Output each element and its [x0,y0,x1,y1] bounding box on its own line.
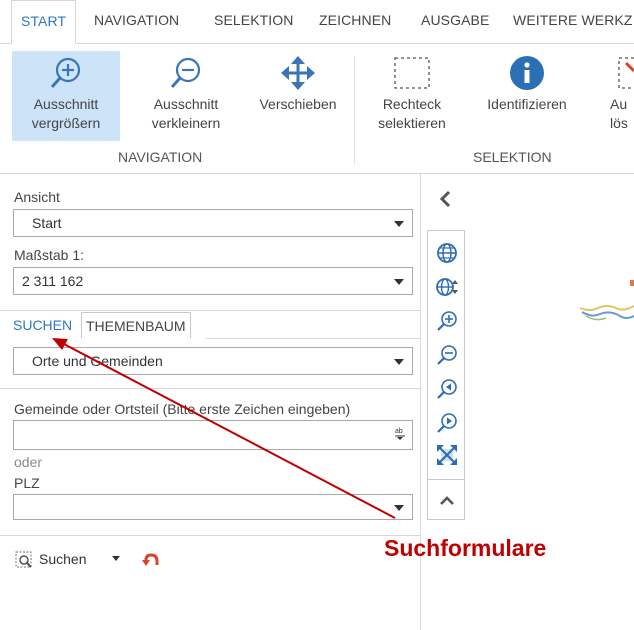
globe-zoom-button[interactable] [435,275,459,299]
ribbon-tab-bar: START NAVIGATION SELEKTION ZEICHNEN AUSG… [0,0,634,44]
map-canvas[interactable] [570,278,634,338]
map-zoom-in-button[interactable] [435,309,459,333]
toolbar-divider [428,479,464,480]
zoom-in-icon [50,57,81,88]
tab-navigation[interactable]: NAVIGATION [94,12,179,28]
annotation-callout: Suchformulare [384,535,547,561]
collapse-panel-button[interactable] [427,180,465,218]
gemeinde-input[interactable]: ab [13,420,413,450]
pan-move-icon [281,56,315,90]
chevron-up-icon [440,496,454,505]
divider [0,535,420,536]
identify-label: Identifizieren [487,96,567,112]
full-extent-button[interactable] [435,443,459,467]
tab-zeichnen[interactable]: ZEICHNEN [319,12,391,28]
ansicht-select[interactable]: Start [13,209,413,237]
tab-ausgabe[interactable]: AUSGABE [421,12,489,28]
zoom-in-icon [437,311,457,331]
pan-button[interactable]: Verschieben [250,51,346,141]
tab-weitere-werkzeuge[interactable]: WEITERE WERKZ [513,12,633,28]
oder-label: oder [14,454,43,470]
ribbon: Ausschnitt vergrößern Ausschnitt verklei… [0,44,634,174]
zoom-out-label-2: verkleinern [151,115,221,131]
group-label-selektion: SELEKTION [473,149,552,165]
pan-label: Verschieben [259,96,337,112]
rectangle-select-icon [394,57,430,89]
map-zoom-out-button[interactable] [435,343,459,367]
zoom-out-label-1: Ausschnitt [153,96,219,112]
ansicht-value: Start [32,215,62,231]
autocomplete-icon: ab [395,428,405,440]
zoom-in-label-2: vergrößern [31,115,101,131]
group-separator [354,56,355,164]
chevron-down-icon [394,279,404,285]
rectangle-select-label-1: Rechteck [382,96,442,112]
tab-baseline [206,338,420,339]
chevron-down-icon [394,359,404,365]
globe-zoom-icon [436,278,458,296]
identify-button[interactable]: Identifizieren [474,51,580,141]
zoom-in-label-1: Ausschnitt [33,96,99,112]
zoom-previous-button[interactable] [435,377,459,401]
zoom-next-button[interactable] [435,411,459,435]
tab-suchen[interactable]: SUCHEN [9,312,76,338]
zoom-previous-icon [437,379,457,399]
ansicht-label: Ansicht [14,189,60,205]
rectangle-select-label-2: selektieren [378,115,446,131]
clear-selection-button[interactable]: Au lös [604,51,634,141]
zoom-next-icon [437,413,457,433]
zoom-out-icon [170,57,201,88]
info-icon [510,56,544,90]
search-dropdown-icon[interactable] [112,556,120,561]
chevron-down-icon [394,505,404,511]
tab-start[interactable]: START [11,0,77,44]
search-type-select[interactable]: Orte und Gemeinden [13,347,413,375]
massstab-value: 2 311 162 [22,273,84,289]
globe-button[interactable] [435,241,459,265]
full-extent-icon [437,445,457,465]
map-toolbar [427,230,465,520]
rectangle-select-button[interactable]: Rechteck selektieren [366,51,458,141]
chevron-down-icon [394,221,404,227]
massstab-select[interactable]: 2 311 162 [13,267,413,295]
search-button-label: Suchen [39,551,87,567]
plz-label: PLZ [14,475,40,491]
plz-select[interactable] [13,494,413,520]
clear-selection-label-2: lös [610,115,628,131]
tab-selektion[interactable]: SELEKTION [214,12,293,28]
group-label-navigation: NAVIGATION [118,149,203,165]
zoom-in-button[interactable]: Ausschnitt vergrößern [12,51,120,141]
collapse-toolbar-button[interactable] [435,489,459,513]
massstab-label: Maßstab 1: [14,247,85,263]
globe-icon [437,243,457,263]
search-type-value: Orte und Gemeinden [32,353,163,369]
undo-icon[interactable] [142,552,160,568]
clear-selection-label-1: Au [610,96,628,112]
gemeinde-label: Gemeinde oder Ortsteil (Bitte erste Zeic… [14,401,351,417]
search-form-icon [15,551,32,568]
chevron-left-icon [439,190,451,208]
zoom-out-button[interactable]: Ausschnitt verkleinern [134,51,238,141]
divider [0,310,420,311]
clear-selection-icon [618,57,634,89]
divider [0,388,420,389]
svg-text:ab: ab [395,428,403,435]
tab-themenbaum[interactable]: THEMENBAUM [81,312,191,338]
zoom-out-icon [437,345,457,365]
